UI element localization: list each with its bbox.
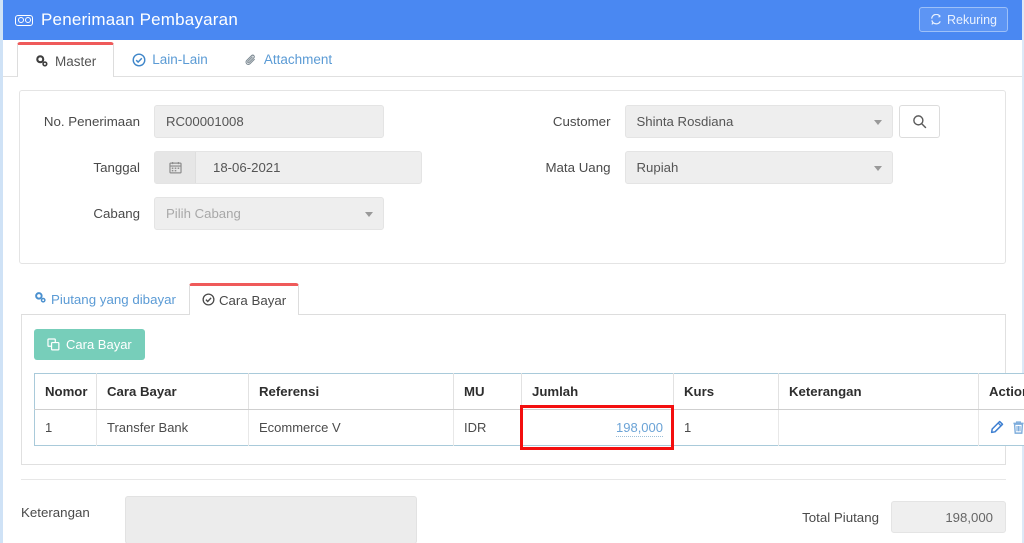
field-row-customer: Customer Shinta Rosdiana [507,105,988,138]
search-icon [912,115,926,129]
no-penerimaan-label: No. Penerimaan [43,114,140,129]
customer-search-button[interactable] [898,105,940,138]
tanggal-label: Tanggal [93,160,140,175]
total-piutang-label: Total Piutang [802,509,879,525]
mata-uang-value: Rupiah [636,160,679,175]
field-row-tanggal: Tanggal 18-06-2021 [26,151,507,184]
refresh-sync-icon [931,13,941,25]
main-tabbar: Master Lain-Lain Attachment [3,40,1022,77]
subtab-piutang-label: Piutang yang dibayar [51,291,176,307]
tab-lain-lain-label: Lain-Lain [152,52,208,67]
window-title: Penerimaan Pembayaran [15,10,238,30]
page-title: Penerimaan Pembayaran [41,10,238,29]
add-cara-bayar-button[interactable]: Cara Bayar [34,329,145,360]
rekuring-label: Rekuring [946,12,997,27]
col-action: Action [978,373,1024,410]
cell-keterangan [778,409,979,446]
col-jumlah: Jumlah [521,373,674,410]
field-row-cabang: Cabang Pilih Cabang [26,197,507,230]
cabang-placeholder: Pilih Cabang [166,206,241,221]
col-mu: MU [453,373,522,410]
chevron-down-icon [365,211,373,217]
total-piutang-value-field: 198,000 [891,501,1006,533]
jumlah-value: 198,000 [616,420,663,437]
cell-action [978,409,1024,446]
cogs-icon [35,54,49,68]
col-referensi: Referensi [248,373,454,410]
cell-referensi: Ecommerce V [248,409,454,446]
total-piutang-group: Total Piutang 198,000 [802,496,1006,533]
pencil-icon[interactable] [989,420,1004,435]
detail-tabbar: Piutang yang dibayar Cara Bayar [21,281,1006,315]
col-keterangan: Keterangan [778,373,979,410]
subtab-cara-bayar-label: Cara Bayar [218,293,287,308]
calendar-icon[interactable] [155,152,196,183]
paperclip-icon [244,53,258,67]
keterangan-label: Keterangan [21,505,90,520]
table-row[interactable]: 1 Transfer Bank Ecommerce V IDR 198,000 … [34,405,1024,450]
form-footer: Keterangan Total Piutang 198,000 [21,479,1006,543]
tanggal-value: 18-06-2021 [213,160,281,175]
mata-uang-label: Mata Uang [545,160,611,175]
col-nomor: Nomor [34,373,97,410]
tab-attachment-label: Attachment [263,52,333,67]
col-kurs: Kurs [673,373,779,410]
check-circle-icon [132,53,146,67]
form-left-column: No. Penerimaan RC00001008 Tanggal 18-06-… [26,105,507,243]
form-right-column: Customer Shinta Rosdiana Mata Uang Rupia… [507,105,988,243]
cogs-icon [34,291,47,307]
cell-kurs: 1 [673,409,779,446]
total-piutang-value: 198,000 [945,509,993,525]
tab-lain-lain[interactable]: Lain-Lain [114,42,226,76]
chevron-down-icon [873,165,882,171]
subtab-cara-bayar[interactable]: Cara Bayar [188,283,300,315]
subtab-piutang-yang-dibayar[interactable]: Piutang yang dibayar [21,283,189,314]
cabang-label: Cabang [93,206,140,221]
trash-icon[interactable] [1011,420,1024,435]
add-cara-bayar-label: Cara Bayar [66,337,132,352]
mata-uang-select[interactable]: Rupiah [624,151,893,184]
cell-cara-bayar: Transfer Bank [96,409,249,446]
cell-mu: IDR [453,409,522,446]
cara-bayar-panel: Cara Bayar Nomor Cara Bayar Referensi MU… [21,315,1024,465]
customer-label: Customer [552,114,611,129]
table-header-row: Nomor Cara Bayar Referensi MU Jumlah Kur… [34,373,1024,410]
copy-clone-icon [47,338,60,351]
chevron-down-icon [873,119,882,125]
col-cara-bayar: Cara Bayar [96,373,249,410]
window-header: Penerimaan Pembayaran Rekuring [3,0,1022,40]
no-penerimaan-value: RC00001008 [166,114,244,129]
master-form-panel: No. Penerimaan RC00001008 Tanggal 18-06-… [19,90,1006,264]
customer-value: Shinta Rosdiana [636,114,734,129]
tab-master[interactable]: Master [17,42,115,77]
keterangan-textarea[interactable] [125,496,417,543]
check-circle-icon [202,292,215,309]
money-bill-icon [15,14,33,26]
rekuring-button[interactable]: Rekuring [918,7,1008,32]
cara-bayar-table: Nomor Cara Bayar Referensi MU Jumlah Kur… [34,373,1024,450]
no-penerimaan-input[interactable]: RC00001008 [154,105,384,138]
penerimaan-pembayaran-window: Penerimaan Pembayaran Rekuring Master La… [0,0,1024,543]
cell-jumlah[interactable]: 198,000 [520,405,674,450]
field-row-no-penerimaan: No. Penerimaan RC00001008 [26,105,507,138]
field-row-mata-uang: Mata Uang Rupiah [507,151,988,184]
tab-master-label: Master [55,53,97,69]
tanggal-input[interactable]: 18-06-2021 [154,151,422,184]
customer-select[interactable]: Shinta Rosdiana [624,105,893,138]
cell-nomor: 1 [34,409,97,446]
tab-attachment[interactable]: Attachment [226,42,350,76]
cabang-select[interactable]: Pilih Cabang [154,197,384,230]
